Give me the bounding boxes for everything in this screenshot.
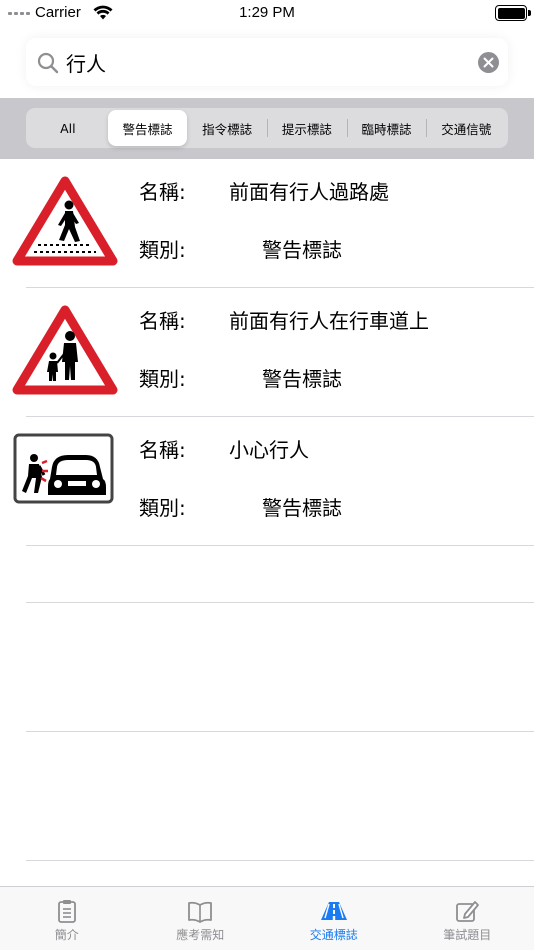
tab-traffic-signs[interactable]: 交通標誌: [267, 887, 401, 950]
list-item[interactable]: 名稱: 小心行人 類別: 警告標誌: [0, 417, 534, 546]
battery-icon: [495, 5, 531, 21]
name-label: 名稱:: [139, 309, 186, 333]
list-item[interactable]: 名稱: 前面有行人過路處 類別: 警告標誌: [0, 159, 534, 288]
category-label: 類別:: [139, 496, 186, 520]
pedestrians-on-road-sign-icon: [12, 305, 118, 395]
row-divider: [26, 545, 534, 546]
row-divider: [26, 602, 534, 603]
name-label: 名稱:: [139, 180, 186, 204]
tab-written-questions[interactable]: 筆試題目: [401, 887, 534, 950]
list-item[interactable]: 名稱: 前面有行人在行車道上 類別: 警告標誌: [0, 288, 534, 417]
beware-pedestrian-sign-icon: [13, 433, 114, 504]
name-label: 名稱:: [139, 438, 186, 462]
clear-search-button[interactable]: [478, 52, 499, 73]
category-label: 類別:: [139, 367, 186, 391]
segment-traffic-signals[interactable]: 交通信號: [426, 110, 506, 146]
search-input[interactable]: [66, 47, 466, 77]
status-bar: Carrier 1:29 PM: [0, 0, 534, 28]
sign-category: 警告標誌: [262, 367, 342, 391]
search-area: [0, 28, 534, 98]
sign-category: 警告標誌: [262, 496, 342, 520]
sign-category: 警告標誌: [262, 238, 342, 262]
sign-name: 小心行人: [229, 438, 309, 462]
search-icon: [37, 52, 59, 74]
road-icon: [320, 902, 347, 920]
tab-label: 簡介: [54, 928, 79, 942]
category-segmented-control: All 警告標誌 指令標誌 提示標誌 臨時標誌 交通信號: [26, 108, 508, 148]
tab-label: 筆試題目: [443, 928, 492, 942]
tab-exam-notes[interactable]: 應考需知: [134, 887, 268, 950]
close-icon: [483, 57, 494, 68]
segment-informatory-signs[interactable]: 提示標誌: [267, 110, 347, 146]
result-list: 名稱: 前面有行人過路處 類別: 警告標誌 名稱: 前面有行人在行車道上 類別:…: [0, 159, 534, 861]
clipboard-icon: [57, 900, 76, 923]
segment-regulatory-signs[interactable]: 指令標誌: [187, 110, 267, 146]
edit-icon: [456, 901, 480, 922]
book-icon: [188, 901, 213, 923]
segment-all[interactable]: All: [28, 110, 108, 146]
clock: 1:29 PM: [239, 4, 295, 21]
segment-temporary-signs[interactable]: 臨時標誌: [346, 110, 427, 146]
sign-name: 前面有行人在行車道上: [229, 309, 429, 333]
row-divider: [26, 860, 534, 861]
sign-name: 前面有行人過路處: [229, 180, 389, 204]
tab-bar: 簡介 應考需知 交通標誌 筆試題目: [0, 886, 534, 950]
pedestrian-crossing-sign-icon: [12, 176, 118, 266]
category-label: 類別:: [139, 238, 186, 262]
segment-warning-signs[interactable]: 警告標誌: [107, 110, 188, 146]
tab-label: 交通標誌: [309, 928, 358, 942]
tab-label: 應考需知: [176, 928, 225, 942]
category-filter-bar: All 警告標誌 指令標誌 提示標誌 臨時標誌 交通信號: [0, 98, 534, 159]
row-divider: [26, 731, 534, 732]
tab-introduction[interactable]: 簡介: [0, 887, 134, 950]
search-bar: [26, 38, 508, 86]
